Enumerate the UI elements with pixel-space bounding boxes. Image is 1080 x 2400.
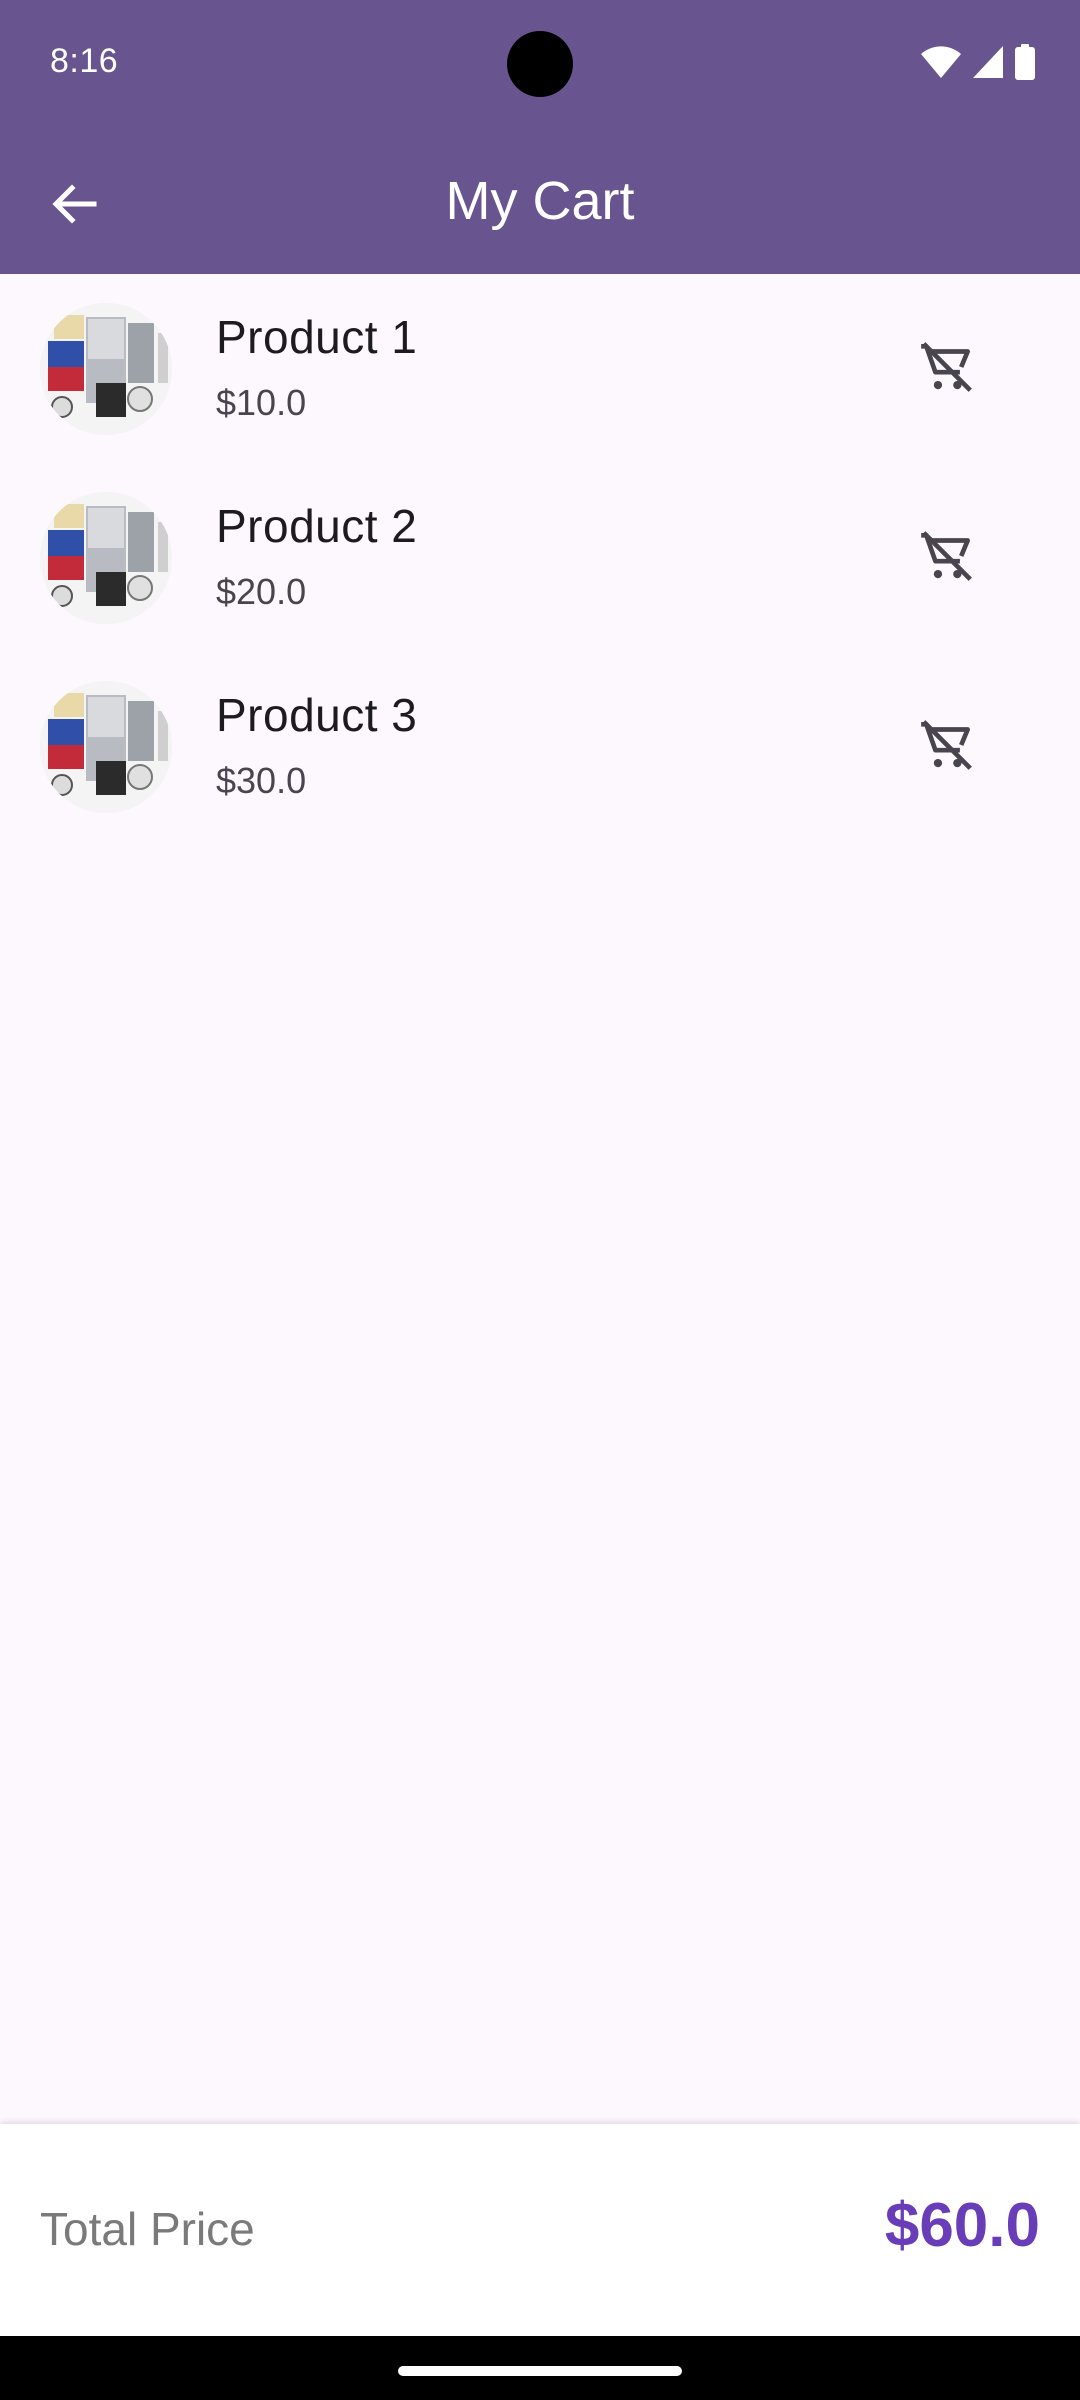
cart-list: Product 1 $10.0 Product 2 $20.0 Product …: [0, 274, 1080, 841]
product-image: [40, 303, 172, 435]
page-title: My Cart: [445, 171, 635, 231]
cellular-signal-icon: [972, 45, 1004, 84]
app-bar: My Cart: [0, 128, 1080, 274]
cart-item[interactable]: Product 2 $20.0: [0, 463, 1080, 652]
status-icons: [920, 44, 1036, 85]
total-price-label: Total Price: [40, 2203, 255, 2255]
product-image: [40, 681, 172, 813]
product-price: $30.0: [216, 760, 307, 801]
system-navigation-bar: [0, 2336, 1080, 2400]
remove-from-cart-button[interactable]: [912, 334, 982, 404]
top-bar-container: 8:16 My Cart: [0, 0, 1080, 274]
cart-item[interactable]: Product 3 $30.0: [0, 652, 1080, 841]
wifi-icon: [920, 45, 962, 84]
battery-icon: [1014, 44, 1036, 85]
status-bar: 8:16: [0, 0, 1080, 128]
total-price-value: $60.0: [884, 2191, 1040, 2260]
remove-from-cart-button[interactable]: [912, 712, 982, 782]
product-name: Product 1: [216, 311, 418, 363]
total-footer: Total Price $60.0: [0, 2124, 1080, 2336]
cart-item[interactable]: Product 1 $10.0: [0, 274, 1080, 463]
product-name: Product 3: [216, 689, 418, 741]
remove-shopping-cart-icon: [916, 525, 978, 592]
product-price: $10.0: [216, 382, 307, 423]
product-name: Product 2: [216, 500, 418, 552]
remove-shopping-cart-icon: [916, 714, 978, 781]
status-time: 8:16: [50, 42, 119, 80]
remove-shopping-cart-icon: [916, 336, 978, 403]
cart-screen: 8:16 My Cart Product 1 $10.0 Product 2 $…: [0, 0, 1080, 2400]
product-price: $20.0: [216, 571, 307, 612]
home-gesture-handle[interactable]: [398, 2366, 682, 2376]
camera-cutout: [507, 31, 573, 97]
product-image: [40, 492, 172, 624]
remove-from-cart-button[interactable]: [912, 523, 982, 593]
